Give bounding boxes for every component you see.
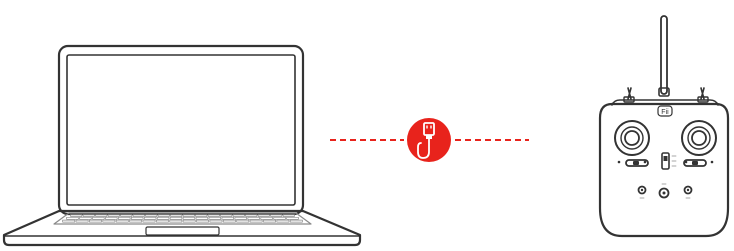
right-stick — [681, 120, 717, 156]
keyboard-key — [170, 214, 183, 217]
keyboard-key — [102, 219, 116, 223]
keyboard-key — [118, 216, 131, 220]
keyboard-key — [143, 216, 157, 220]
remote-controller-icon: Fii — [598, 15, 730, 238]
keyboard-key — [282, 214, 295, 217]
keyboard-key — [115, 219, 129, 223]
left-stick — [614, 120, 650, 156]
keyboard-key — [249, 219, 263, 223]
keyboard-key — [66, 216, 79, 220]
keyboard-key — [182, 216, 196, 220]
keyboard-key — [273, 216, 286, 220]
keyboard-key — [142, 219, 156, 223]
keyboard-key — [260, 216, 273, 220]
keyboard-key — [263, 219, 276, 223]
keyboard-key — [195, 216, 209, 220]
laptop-display — [66, 54, 296, 206]
indicator-dot — [617, 160, 621, 164]
keyboard-key — [82, 214, 95, 217]
keyboard-key — [169, 219, 183, 223]
controller-logo-text: Fii — [661, 109, 669, 116]
keyboard-key — [79, 216, 92, 220]
bottom-buttons — [637, 183, 693, 199]
laptop-lid — [57, 44, 305, 216]
laptop-icon — [2, 44, 362, 247]
keyboard-key — [289, 219, 303, 223]
keyboard-key — [270, 214, 283, 217]
keyboard-key — [208, 216, 222, 220]
keyboard-key — [62, 219, 76, 223]
keyboard-key — [95, 214, 108, 217]
keyboard-key — [75, 219, 89, 223]
connection-diagram: Fii — [0, 0, 734, 251]
keyboard-key — [157, 214, 170, 217]
keyboard-key — [247, 216, 260, 220]
keyboard-key — [196, 219, 210, 223]
keyboard-key — [232, 214, 245, 217]
keyboard-key — [220, 214, 233, 217]
keyboard-key — [132, 214, 145, 217]
keyboard-key — [70, 214, 83, 217]
keyboard-key — [209, 219, 223, 223]
diagram-canvas: Fii — [2, 15, 730, 247]
usb-cable-icon — [407, 118, 451, 162]
indicator-dot — [710, 160, 714, 164]
keyboard-key — [245, 214, 258, 217]
keyboard-key — [155, 219, 169, 223]
keyboard-key — [182, 219, 196, 223]
keyboard-key — [169, 216, 183, 220]
keyboard-key — [107, 214, 120, 217]
keyboard-key — [156, 216, 170, 220]
keyboard-key — [234, 216, 247, 220]
center-toggle — [661, 152, 677, 170]
laptop-trackpad — [145, 226, 220, 236]
keyboard-key — [276, 219, 290, 223]
keyboard-key — [257, 214, 270, 217]
keyboard-key — [182, 214, 195, 217]
keyboard-key — [129, 219, 143, 223]
right-trim-slider — [683, 159, 707, 167]
antenna — [660, 15, 668, 95]
laptop-keys — [62, 214, 303, 223]
keyboard-key — [221, 216, 235, 220]
keyboard-key — [207, 214, 220, 217]
keyboard-key — [286, 216, 299, 220]
keyboard-key — [145, 214, 158, 217]
keyboard-key — [92, 216, 105, 220]
keyboard-key — [130, 216, 144, 220]
keyboard-key — [222, 219, 236, 223]
keyboard-key — [195, 214, 208, 217]
keyboard-key — [120, 214, 133, 217]
keyboard-key — [105, 216, 118, 220]
keyboard-key — [236, 219, 250, 223]
indicator-dot — [643, 160, 647, 164]
keyboard-key — [89, 219, 102, 223]
